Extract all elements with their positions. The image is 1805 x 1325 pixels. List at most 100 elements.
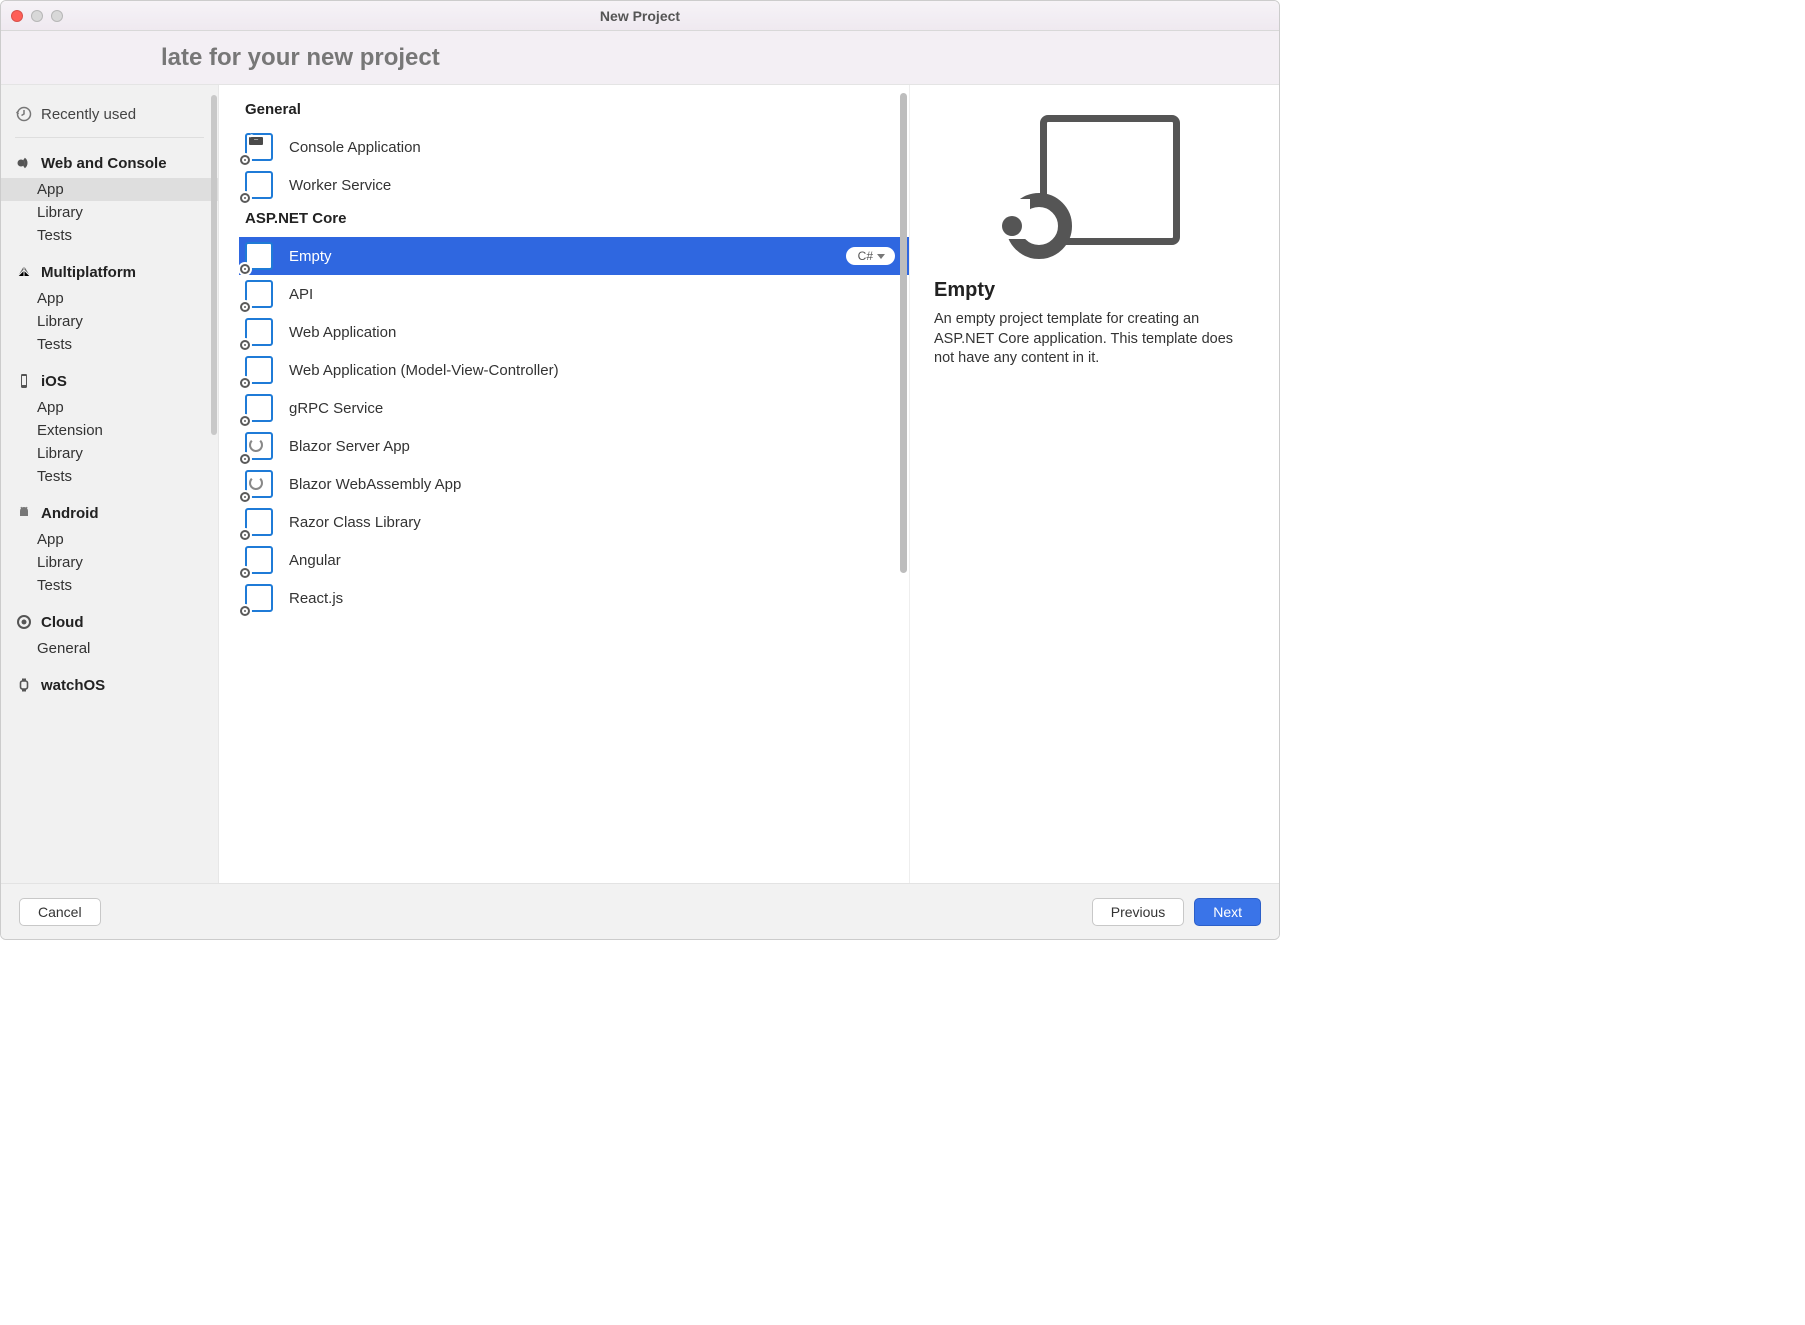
template-blazor-wasm[interactable]: Blazor WebAssembly App bbox=[239, 465, 909, 503]
sidebar-group-android: Android App Library Tests bbox=[1, 498, 218, 597]
sidebar-item-tests[interactable]: Tests bbox=[1, 224, 218, 247]
iphone-icon bbox=[15, 372, 33, 390]
template-details: Empty An empty project template for crea… bbox=[909, 85, 1279, 883]
template-angular[interactable]: Angular bbox=[239, 541, 909, 579]
window-title: New Project bbox=[1, 8, 1279, 24]
box-template-icon bbox=[245, 394, 273, 422]
wizard-body: Recently used Web and Console App Librar… bbox=[1, 85, 1279, 883]
box-template-icon bbox=[245, 280, 273, 308]
sidebar-header-label: Android bbox=[41, 505, 99, 522]
sidebar-header-cloud[interactable]: Cloud bbox=[1, 607, 218, 637]
cloud-icon bbox=[15, 613, 33, 631]
template-worker-service[interactable]: Worker Service bbox=[239, 166, 909, 204]
template-razor-class-library[interactable]: Razor Class Library bbox=[239, 503, 909, 541]
sidebar-item-tests[interactable]: Tests bbox=[1, 333, 218, 356]
sidebar-header-watchos[interactable]: watchOS bbox=[1, 670, 218, 700]
sidebar-group-web-and-console: Web and Console App Library Tests bbox=[1, 148, 218, 247]
detail-description: An empty project template for creating a… bbox=[934, 310, 1255, 369]
language-selector[interactable]: C# bbox=[846, 247, 895, 265]
sidebar-item-library[interactable]: Library bbox=[1, 201, 218, 224]
sidebar-header-label: Cloud bbox=[41, 614, 84, 631]
template-blazor-server[interactable]: Blazor Server App bbox=[239, 427, 909, 465]
template-label: Razor Class Library bbox=[289, 514, 895, 531]
android-icon bbox=[15, 504, 33, 522]
sidebar-header-multiplatform[interactable]: Multiplatform bbox=[1, 257, 218, 287]
blazor-template-icon bbox=[245, 432, 273, 460]
watch-icon bbox=[15, 676, 33, 694]
template-empty[interactable]: Empty C# bbox=[239, 237, 909, 275]
box-template-icon bbox=[245, 171, 273, 199]
template-console-application[interactable]: Console Application bbox=[239, 128, 909, 166]
sidebar-item-library[interactable]: Library bbox=[1, 442, 218, 465]
box-template-icon bbox=[245, 318, 273, 346]
sidebar-item-extension[interactable]: Extension bbox=[1, 419, 218, 442]
detail-title: Empty bbox=[934, 279, 1255, 302]
sidebar-item-tests[interactable]: Tests bbox=[1, 465, 218, 488]
previous-button[interactable]: Previous bbox=[1092, 898, 1184, 926]
template-group-aspnet-core: ASP.NET Core bbox=[239, 204, 909, 237]
dotnet-icon bbox=[15, 154, 33, 172]
sidebar-header-label: watchOS bbox=[41, 677, 105, 694]
template-reactjs[interactable]: React.js bbox=[239, 579, 909, 617]
sidebar-item-library[interactable]: Library bbox=[1, 551, 218, 574]
wizard-header-text: late for your new project bbox=[161, 44, 440, 72]
sidebar-header-android[interactable]: Android bbox=[1, 498, 218, 528]
sidebar-item-app[interactable]: App bbox=[1, 178, 218, 201]
template-label: Web Application bbox=[289, 324, 895, 341]
sidebar-group-multiplatform: Multiplatform App Library Tests bbox=[1, 257, 218, 356]
box-template-icon bbox=[245, 242, 273, 270]
template-label: gRPC Service bbox=[289, 400, 895, 417]
template-api[interactable]: API bbox=[239, 275, 909, 313]
language-label: C# bbox=[858, 249, 873, 263]
template-grpc-service[interactable]: gRPC Service bbox=[239, 389, 909, 427]
wizard-header: late for your new project bbox=[1, 31, 1279, 85]
template-label: Blazor Server App bbox=[289, 438, 895, 455]
category-sidebar: Recently used Web and Console App Librar… bbox=[1, 85, 219, 883]
box-template-icon bbox=[245, 508, 273, 536]
template-label: Console Application bbox=[289, 139, 895, 156]
traffic-lights bbox=[11, 10, 63, 22]
template-web-application[interactable]: Web Application bbox=[239, 313, 909, 351]
sidebar-item-app[interactable]: App bbox=[1, 396, 218, 419]
sidebar-scrollbar[interactable] bbox=[211, 95, 217, 435]
zoom-window-button[interactable] bbox=[51, 10, 63, 22]
next-button[interactable]: Next bbox=[1194, 898, 1261, 926]
template-scrollbar[interactable] bbox=[900, 93, 907, 573]
wizard-footer: Cancel Previous Next bbox=[1, 883, 1279, 939]
box-template-icon bbox=[245, 546, 273, 574]
template-label: Empty bbox=[289, 248, 830, 265]
chevron-down-icon bbox=[877, 254, 885, 259]
template-label: Angular bbox=[289, 552, 895, 569]
sidebar-item-tests[interactable]: Tests bbox=[1, 574, 218, 597]
sidebar-group-cloud: Cloud General bbox=[1, 607, 218, 660]
template-large-icon bbox=[1010, 115, 1180, 255]
sidebar-recently-used[interactable]: Recently used bbox=[15, 97, 204, 138]
minimize-window-button[interactable] bbox=[31, 10, 43, 22]
sidebar-group-watchos: watchOS bbox=[1, 670, 218, 700]
sidebar-group-ios: iOS App Extension Library Tests bbox=[1, 366, 218, 488]
template-web-application-mvc[interactable]: Web Application (Model-View-Controller) bbox=[239, 351, 909, 389]
template-label: Worker Service bbox=[289, 177, 895, 194]
sidebar-header-ios[interactable]: iOS bbox=[1, 366, 218, 396]
sidebar-header-label: Web and Console bbox=[41, 155, 167, 172]
sidebar-item-general[interactable]: General bbox=[1, 637, 218, 660]
template-list: General Console Application Worker Servi… bbox=[219, 85, 909, 883]
close-window-button[interactable] bbox=[11, 10, 23, 22]
blazor-template-icon bbox=[245, 470, 273, 498]
template-label: Blazor WebAssembly App bbox=[289, 476, 895, 493]
template-label: React.js bbox=[289, 590, 895, 607]
sidebar-header-label: Multiplatform bbox=[41, 264, 136, 281]
sidebar-item-library[interactable]: Library bbox=[1, 310, 218, 333]
sidebar-item-app[interactable]: App bbox=[1, 528, 218, 551]
box-template-icon bbox=[245, 584, 273, 612]
recently-used-label: Recently used bbox=[41, 106, 136, 123]
cancel-button[interactable]: Cancel bbox=[19, 898, 101, 926]
sidebar-header-label: iOS bbox=[41, 373, 67, 390]
new-project-window: New Project late for your new project Re… bbox=[0, 0, 1280, 940]
template-label: API bbox=[289, 286, 895, 303]
sidebar-item-app[interactable]: App bbox=[1, 287, 218, 310]
sidebar-header-web-and-console[interactable]: Web and Console bbox=[1, 148, 218, 178]
console-template-icon bbox=[245, 133, 273, 161]
box-template-icon bbox=[245, 356, 273, 384]
titlebar: New Project bbox=[1, 1, 1279, 31]
